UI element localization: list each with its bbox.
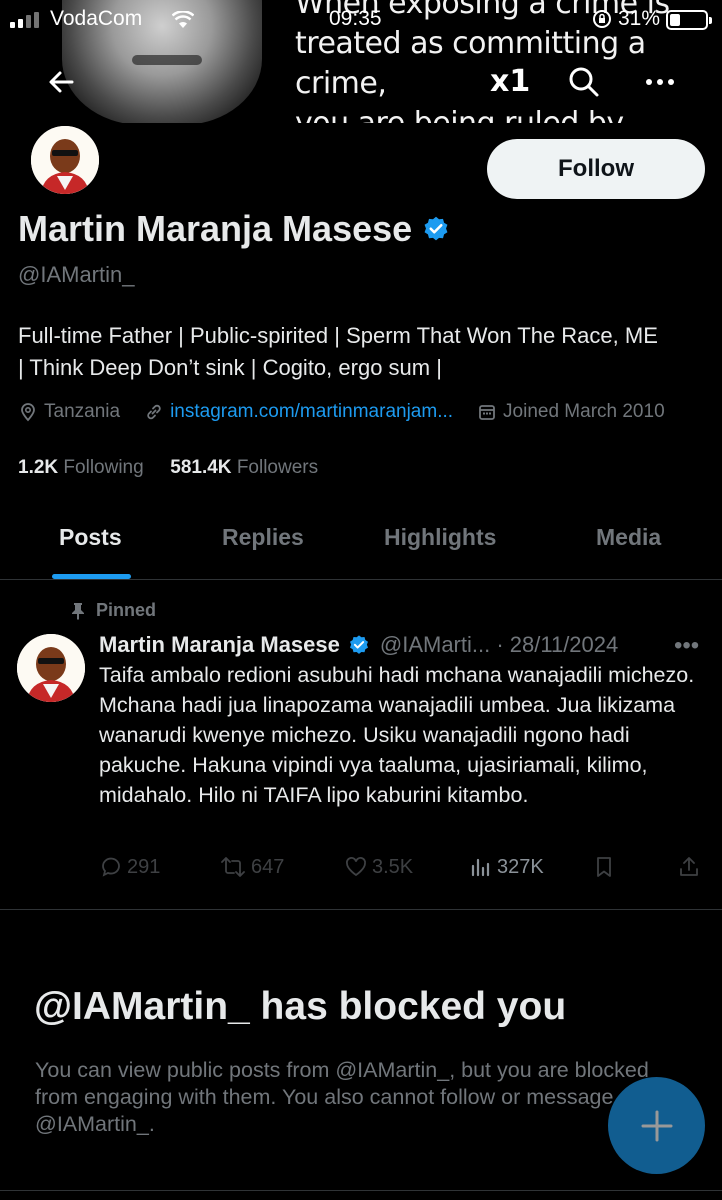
profile-avatar[interactable] — [28, 123, 102, 197]
post-header: Martin Maranja Masese @IAMarti... · 28/1… — [99, 632, 618, 658]
status-bar: VodaCom 09:35 31% — [0, 4, 722, 36]
carrier-name: VodaCom — [50, 7, 143, 30]
post-handle-date: @IAMarti... · 28/11/2024 — [379, 632, 619, 657]
more-options-icon[interactable] — [640, 62, 680, 102]
wifi-icon — [172, 11, 194, 28]
reply-icon — [102, 857, 120, 877]
tab-posts[interactable]: Posts — [59, 524, 122, 551]
heart-icon — [346, 857, 366, 877]
bio-line: | Think Deep Don’t sink | Cogito, ergo s… — [18, 355, 442, 380]
compose-post-button[interactable] — [608, 1077, 705, 1174]
follow-button[interactable]: Follow — [487, 139, 705, 199]
verified-badge-icon — [349, 635, 368, 654]
reply-button[interactable]: 291 — [99, 855, 160, 879]
followers-count: 581.4K — [170, 457, 232, 478]
location-pin-icon — [21, 403, 35, 422]
pin-icon — [72, 602, 84, 620]
followers-label: Followers — [236, 457, 319, 478]
plus-icon — [641, 1110, 672, 1141]
joined-item: Joined March 2010 — [477, 401, 665, 423]
blocked-title: @IAMartin_ has blocked you — [34, 985, 567, 1028]
share-button[interactable] — [677, 855, 701, 879]
repost-count: 647 — [251, 855, 285, 878]
pinned-text: Pinned — [96, 600, 157, 620]
website-link[interactable]: instagram.com/martinmaranjam... — [170, 401, 453, 423]
signal-icon — [10, 12, 39, 28]
tab-replies[interactable]: Replies — [222, 524, 304, 551]
post-actions: 291 647 3.5K 327K — [99, 855, 709, 887]
link-icon — [147, 404, 161, 420]
banner-quote-line: you are being ruled by criminals — [295, 104, 705, 123]
bookmark-button[interactable] — [593, 855, 615, 879]
views-count: 327K — [497, 855, 544, 878]
post-text: Taifa ambalo redioni asubuhi hadi mchana… — [99, 663, 695, 807]
verified-badge-icon[interactable] — [422, 215, 450, 243]
x1-logo-icon: x1 — [490, 64, 531, 99]
share-icon — [680, 857, 698, 876]
location-item: Tanzania — [18, 401, 120, 423]
divider — [0, 909, 722, 910]
tab-highlights[interactable]: Highlights — [384, 524, 496, 551]
post-author-name[interactable]: Martin Maranja Masese — [99, 632, 340, 658]
profile-handle: @IAMartin_ — [18, 262, 135, 287]
following-link[interactable]: 1.2K Following — [18, 457, 144, 478]
reply-count: 291 — [127, 855, 161, 878]
repost-button[interactable]: 647 — [219, 855, 284, 879]
like-button[interactable]: 3.5K — [344, 855, 413, 879]
views-chart-icon — [471, 858, 490, 877]
profile-name-row: Martin Maranja Masese — [18, 208, 450, 250]
post-more-icon[interactable]: ••• — [674, 632, 699, 660]
battery-icon — [666, 10, 712, 30]
following-count: 1.2K — [18, 457, 59, 478]
profile-bio: Full-time Father | Public-spirited | Spe… — [18, 320, 708, 384]
bookmark-icon — [597, 857, 611, 877]
profile-meta: Tanzania instagram.com/martinmaranjam...… — [18, 401, 718, 423]
search-icon[interactable] — [564, 62, 604, 102]
calendar-icon — [479, 405, 495, 420]
active-tab-indicator — [52, 574, 131, 579]
bio-line: Full-time Father | Public-spirited | Spe… — [18, 323, 658, 348]
website-item[interactable]: instagram.com/martinmaranjam... — [144, 401, 453, 423]
post-author-avatar[interactable] — [17, 634, 85, 702]
following-label: Following — [63, 457, 144, 478]
clock: 09:35 — [329, 7, 382, 30]
battery-percent: 31% — [618, 7, 661, 30]
location-text: Tanzania — [44, 401, 121, 422]
like-count: 3.5K — [372, 855, 414, 878]
orientation-lock-icon — [593, 10, 611, 28]
back-arrow-icon[interactable] — [42, 62, 82, 102]
followers-link[interactable]: 581.4K Followers — [170, 457, 318, 478]
profile-name: Martin Maranja Masese — [18, 208, 413, 249]
repost-icon — [221, 857, 245, 877]
bottom-divider — [0, 1190, 722, 1191]
joined-text: Joined March 2010 — [503, 401, 665, 422]
profile-tabs: Posts Replies Highlights Media — [0, 510, 722, 580]
views-button[interactable]: 327K — [469, 855, 544, 879]
pinned-label: Pinned — [70, 600, 156, 621]
blocked-message: You can view public posts from @IAMartin… — [35, 1058, 649, 1136]
tab-media[interactable]: Media — [596, 524, 661, 551]
follow-counts: 1.2K Following 581.4K Followers — [18, 457, 318, 479]
